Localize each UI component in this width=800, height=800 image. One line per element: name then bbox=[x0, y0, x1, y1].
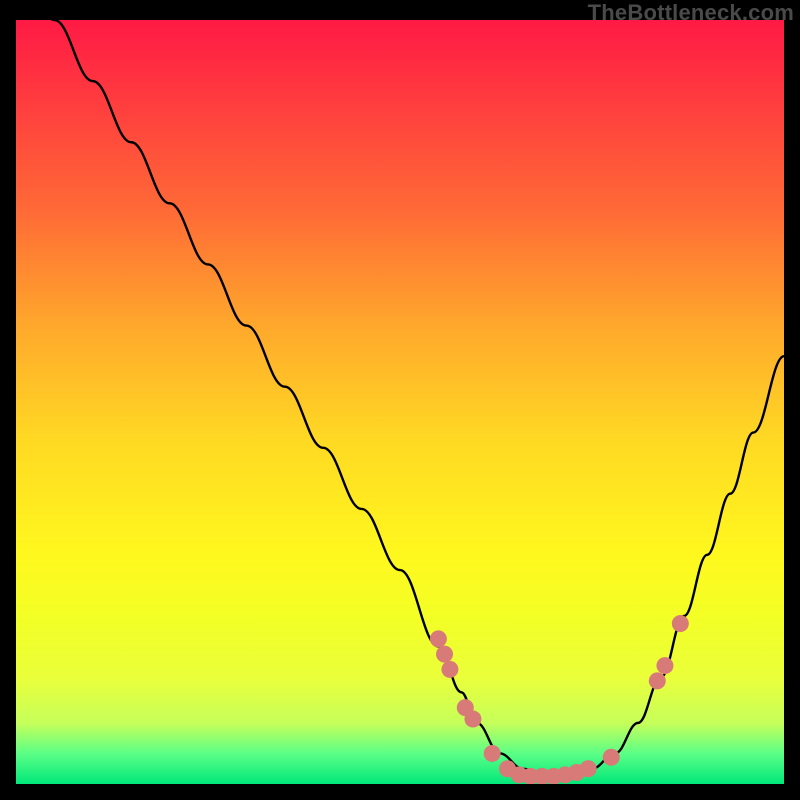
curve-marker bbox=[484, 745, 501, 762]
curve-marker bbox=[436, 646, 453, 663]
curve-marker bbox=[672, 615, 689, 632]
chart-frame: TheBottleneck.com bbox=[0, 0, 800, 800]
plot-area bbox=[16, 20, 784, 784]
chart-svg bbox=[16, 20, 784, 784]
curve-marker bbox=[430, 630, 447, 647]
curve-marker bbox=[580, 760, 597, 777]
curve-marker bbox=[649, 672, 666, 689]
attribution-label: TheBottleneck.com bbox=[588, 0, 794, 26]
curve-marker bbox=[441, 661, 458, 678]
curve-marker bbox=[464, 711, 481, 728]
curve-marker bbox=[656, 657, 673, 674]
curve-marker bbox=[603, 749, 620, 766]
